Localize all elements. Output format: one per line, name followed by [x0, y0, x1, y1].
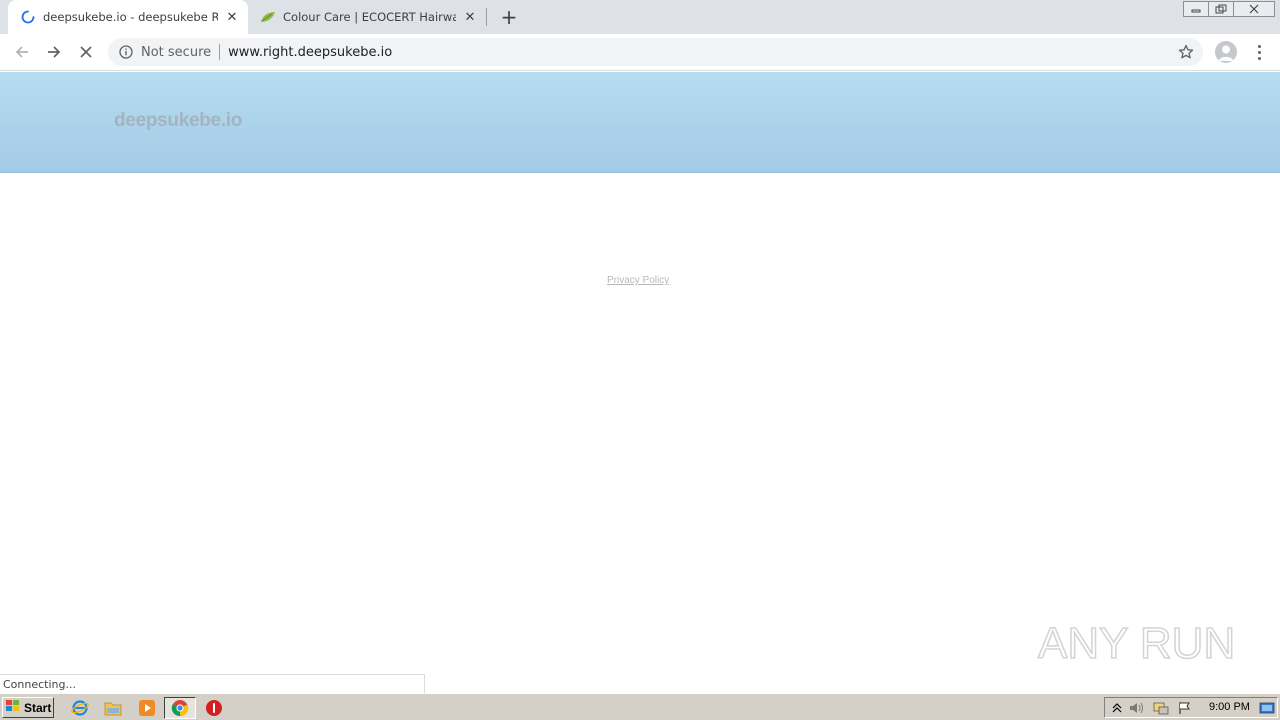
minimize-icon[interactable] [1183, 1, 1209, 17]
browser-toolbar: Not secure www.right.deepsukebe.io [0, 34, 1280, 71]
back-icon[interactable] [10, 40, 34, 64]
show-desktop-icon[interactable] [1259, 700, 1275, 716]
tab-close-icon[interactable]: ✕ [224, 9, 240, 25]
file-explorer-icon[interactable] [103, 698, 123, 718]
media-player-icon[interactable] [137, 698, 157, 718]
forward-icon[interactable] [42, 40, 66, 64]
security-label: Not secure [141, 44, 212, 60]
start-button[interactable]: Start [2, 697, 54, 718]
new-tab-icon[interactable]: + [498, 5, 520, 29]
watermark-text: ANY RUN [1038, 619, 1235, 668]
system-tray: 9:00 PM [1104, 697, 1278, 718]
tab-strip: deepsukebe.io - deepsukebe Resour ✕ Colo… [0, 0, 1280, 34]
tab-title: Colour Care | ECOCERT Hairwash | N [283, 10, 456, 24]
network-icon[interactable] [1153, 700, 1169, 716]
start-label: Start [24, 700, 52, 715]
status-bubble: Connecting... [0, 674, 425, 693]
tab-close-icon[interactable]: ✕ [462, 9, 478, 25]
restore-icon[interactable] [1208, 1, 1234, 17]
chrome-taskbar-icon[interactable] [164, 697, 196, 719]
site-logo[interactable]: deepsukebe.io [114, 110, 242, 132]
window-close-icon[interactable] [1233, 1, 1275, 17]
info-icon[interactable] [118, 44, 134, 60]
antivirus-icon[interactable] [204, 698, 224, 718]
leaf-icon [260, 9, 276, 25]
tab-colour-care[interactable]: Colour Care | ECOCERT Hairwash | N ✕ [248, 0, 486, 34]
loading-spinner-icon [20, 9, 36, 25]
anyrun-watermark: ANY RUN [1036, 608, 1236, 672]
tab-deepsukebe[interactable]: deepsukebe.io - deepsukebe Resour ✕ [8, 0, 248, 34]
tab-separator [486, 8, 487, 26]
taskbar-clock[interactable]: 9:00 PM [1209, 701, 1250, 713]
action-center-flag-icon[interactable] [1177, 700, 1193, 716]
stop-loading-icon[interactable] [74, 40, 98, 64]
privacy-policy-link[interactable]: Privacy Policy [607, 275, 669, 286]
taskbar: Start 9:00 PM [0, 693, 1280, 720]
tab-title: deepsukebe.io - deepsukebe Resour [43, 10, 218, 24]
profile-avatar-icon[interactable] [1215, 41, 1237, 63]
bookmark-star-icon[interactable] [1177, 43, 1195, 61]
show-hidden-icons-icon[interactable] [1109, 700, 1125, 716]
site-header: deepsukebe.io [0, 72, 1280, 173]
windows-logo-icon [5, 699, 21, 716]
internet-explorer-icon[interactable] [70, 698, 90, 718]
volume-icon[interactable] [1129, 700, 1145, 716]
browser-menu-icon[interactable] [1250, 42, 1268, 62]
address-bar[interactable]: Not secure www.right.deepsukebe.io [108, 38, 1203, 66]
omnibox-divider [219, 44, 221, 60]
url-text[interactable]: www.right.deepsukebe.io [228, 45, 392, 60]
